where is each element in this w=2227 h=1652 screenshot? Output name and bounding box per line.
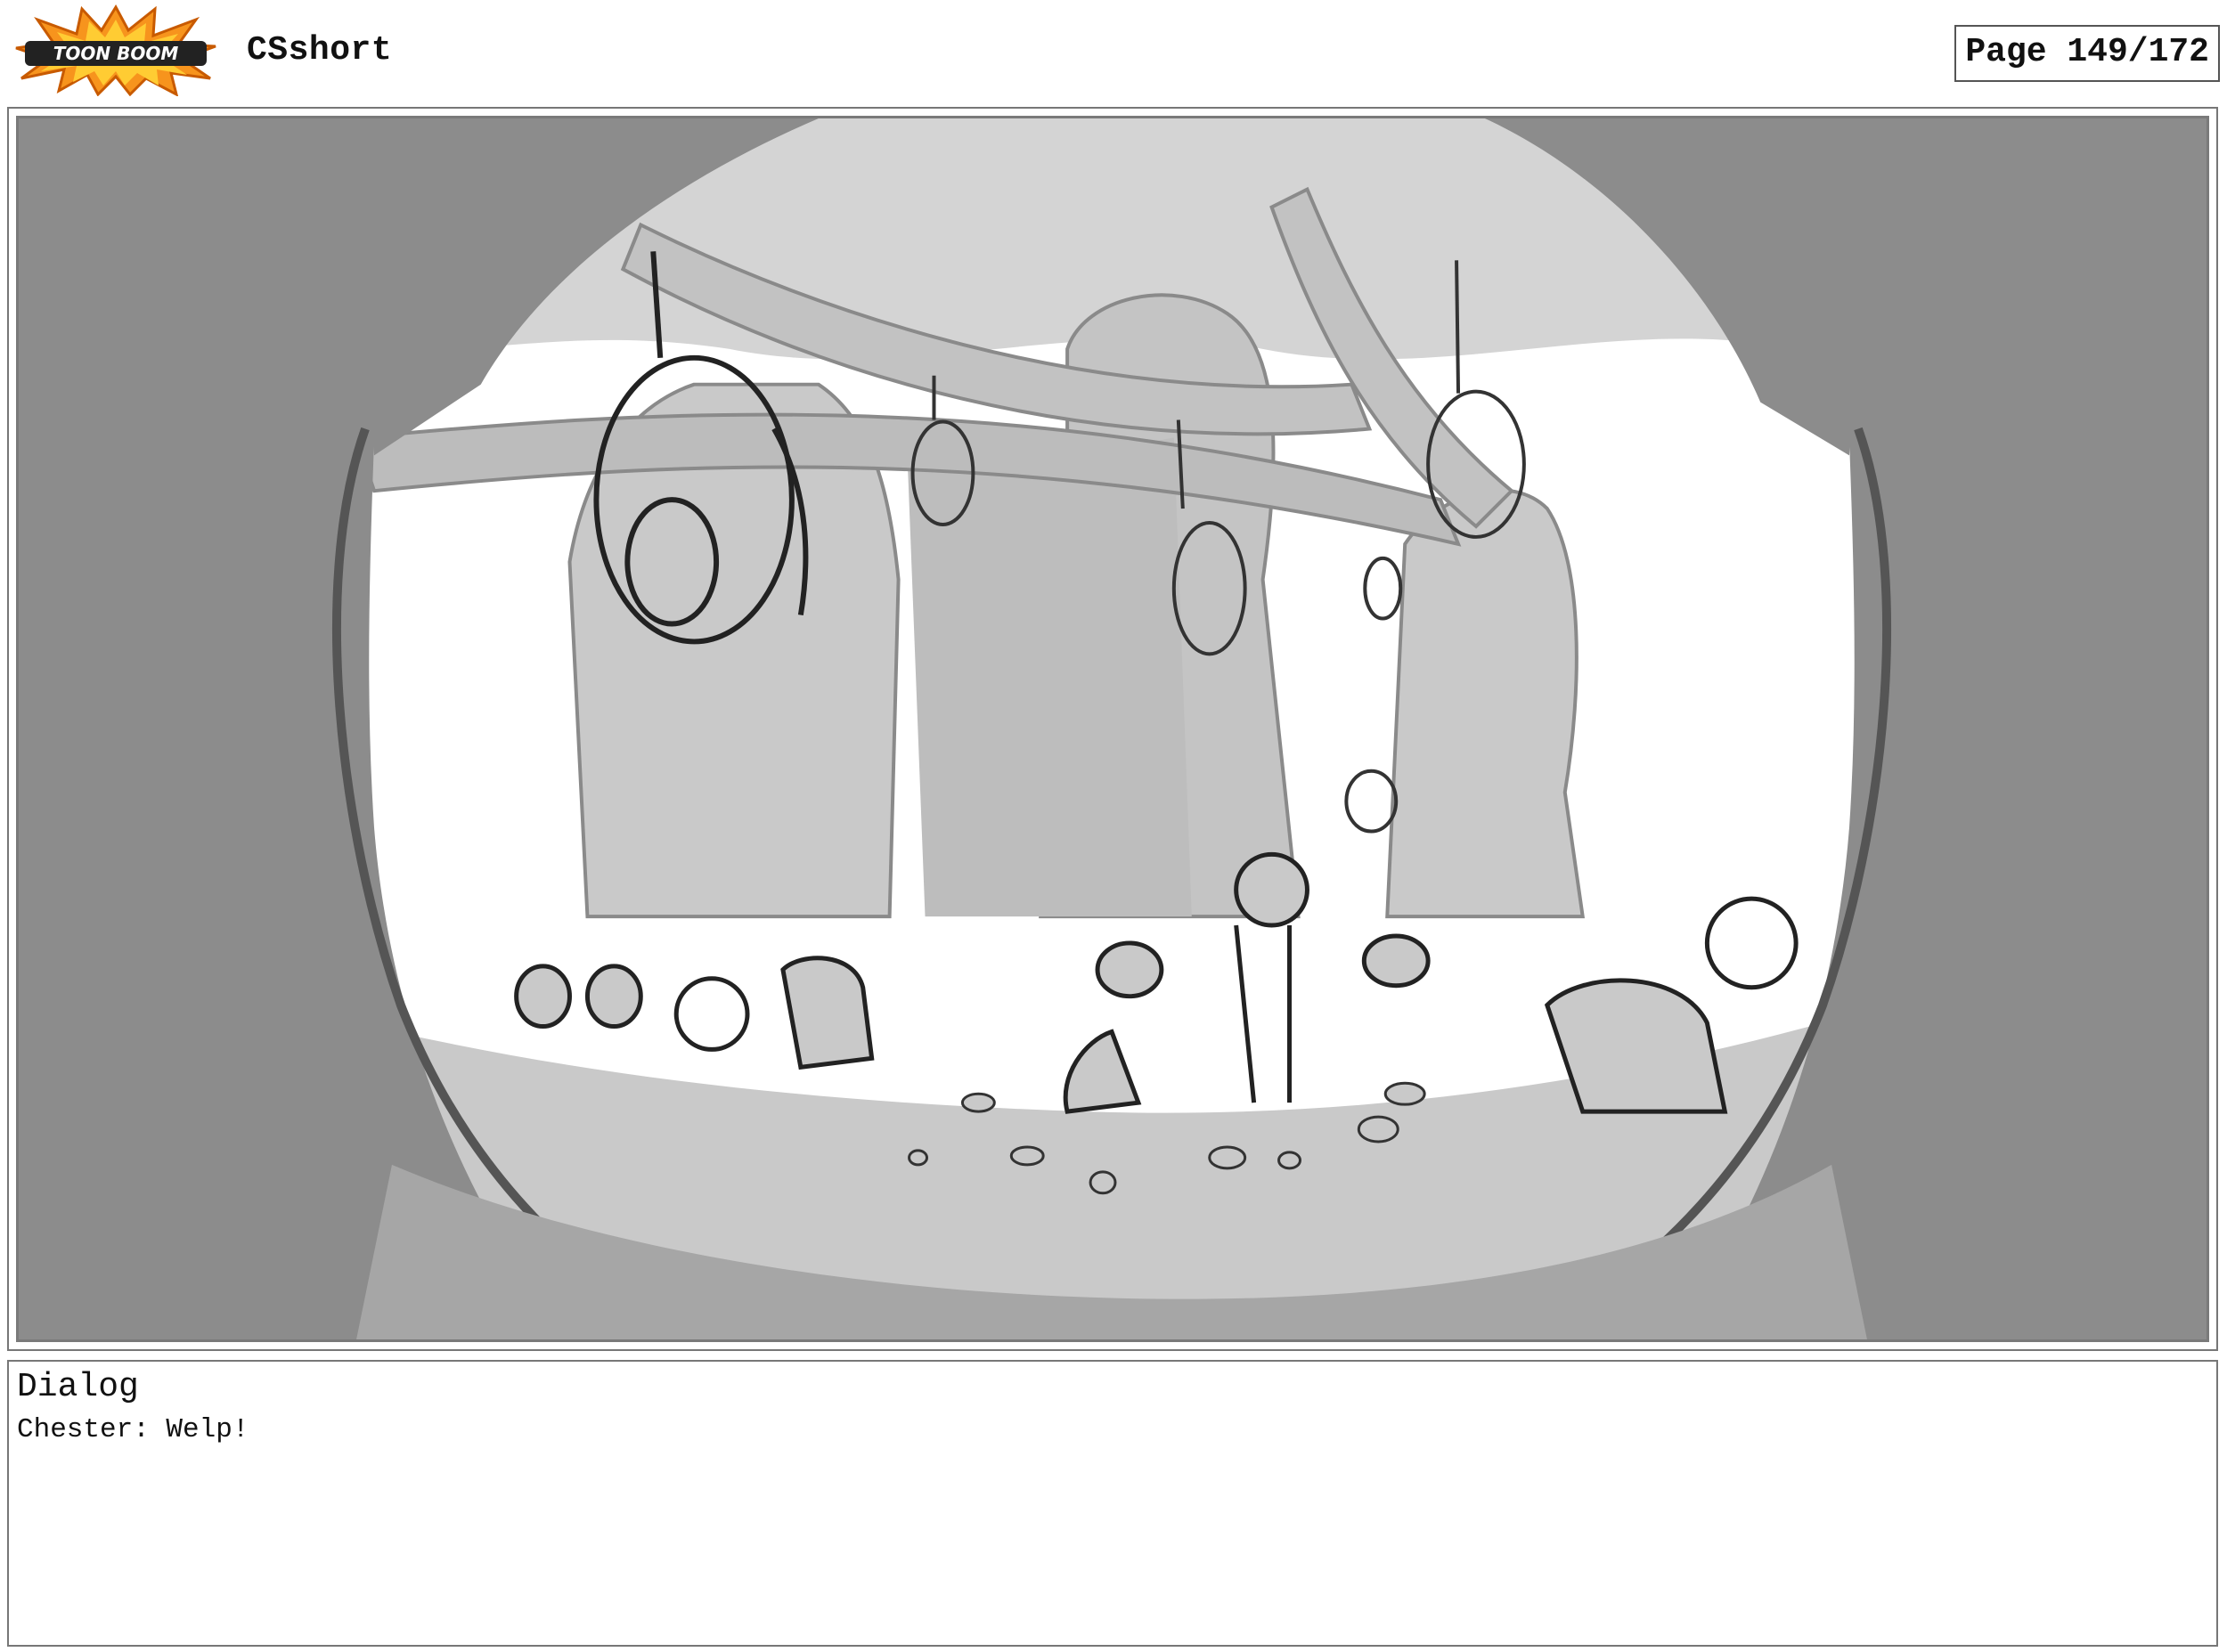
svg-text:TOON BOOM: TOON BOOM: [53, 43, 179, 64]
project-title: CSshort: [247, 31, 393, 69]
dialog-box: Dialog Chester: Welp!: [7, 1360, 2218, 1647]
dialog-line: Chester: Welp!: [17, 1414, 249, 1445]
panel-sketch-image: [16, 116, 2209, 1342]
page-counter: Page 149/172: [1954, 25, 2220, 82]
logo-burst-icon: TOON BOOM: [15, 4, 216, 96]
toon-boom-logo: TOON BOOM: [12, 4, 219, 96]
storyboard-panel: [7, 107, 2218, 1351]
dialog-heading: Dialog: [17, 1368, 139, 1406]
forest-scene-sketch: [19, 118, 2207, 1339]
header: TOON BOOM CSshort Page 149/172: [0, 0, 2227, 105]
